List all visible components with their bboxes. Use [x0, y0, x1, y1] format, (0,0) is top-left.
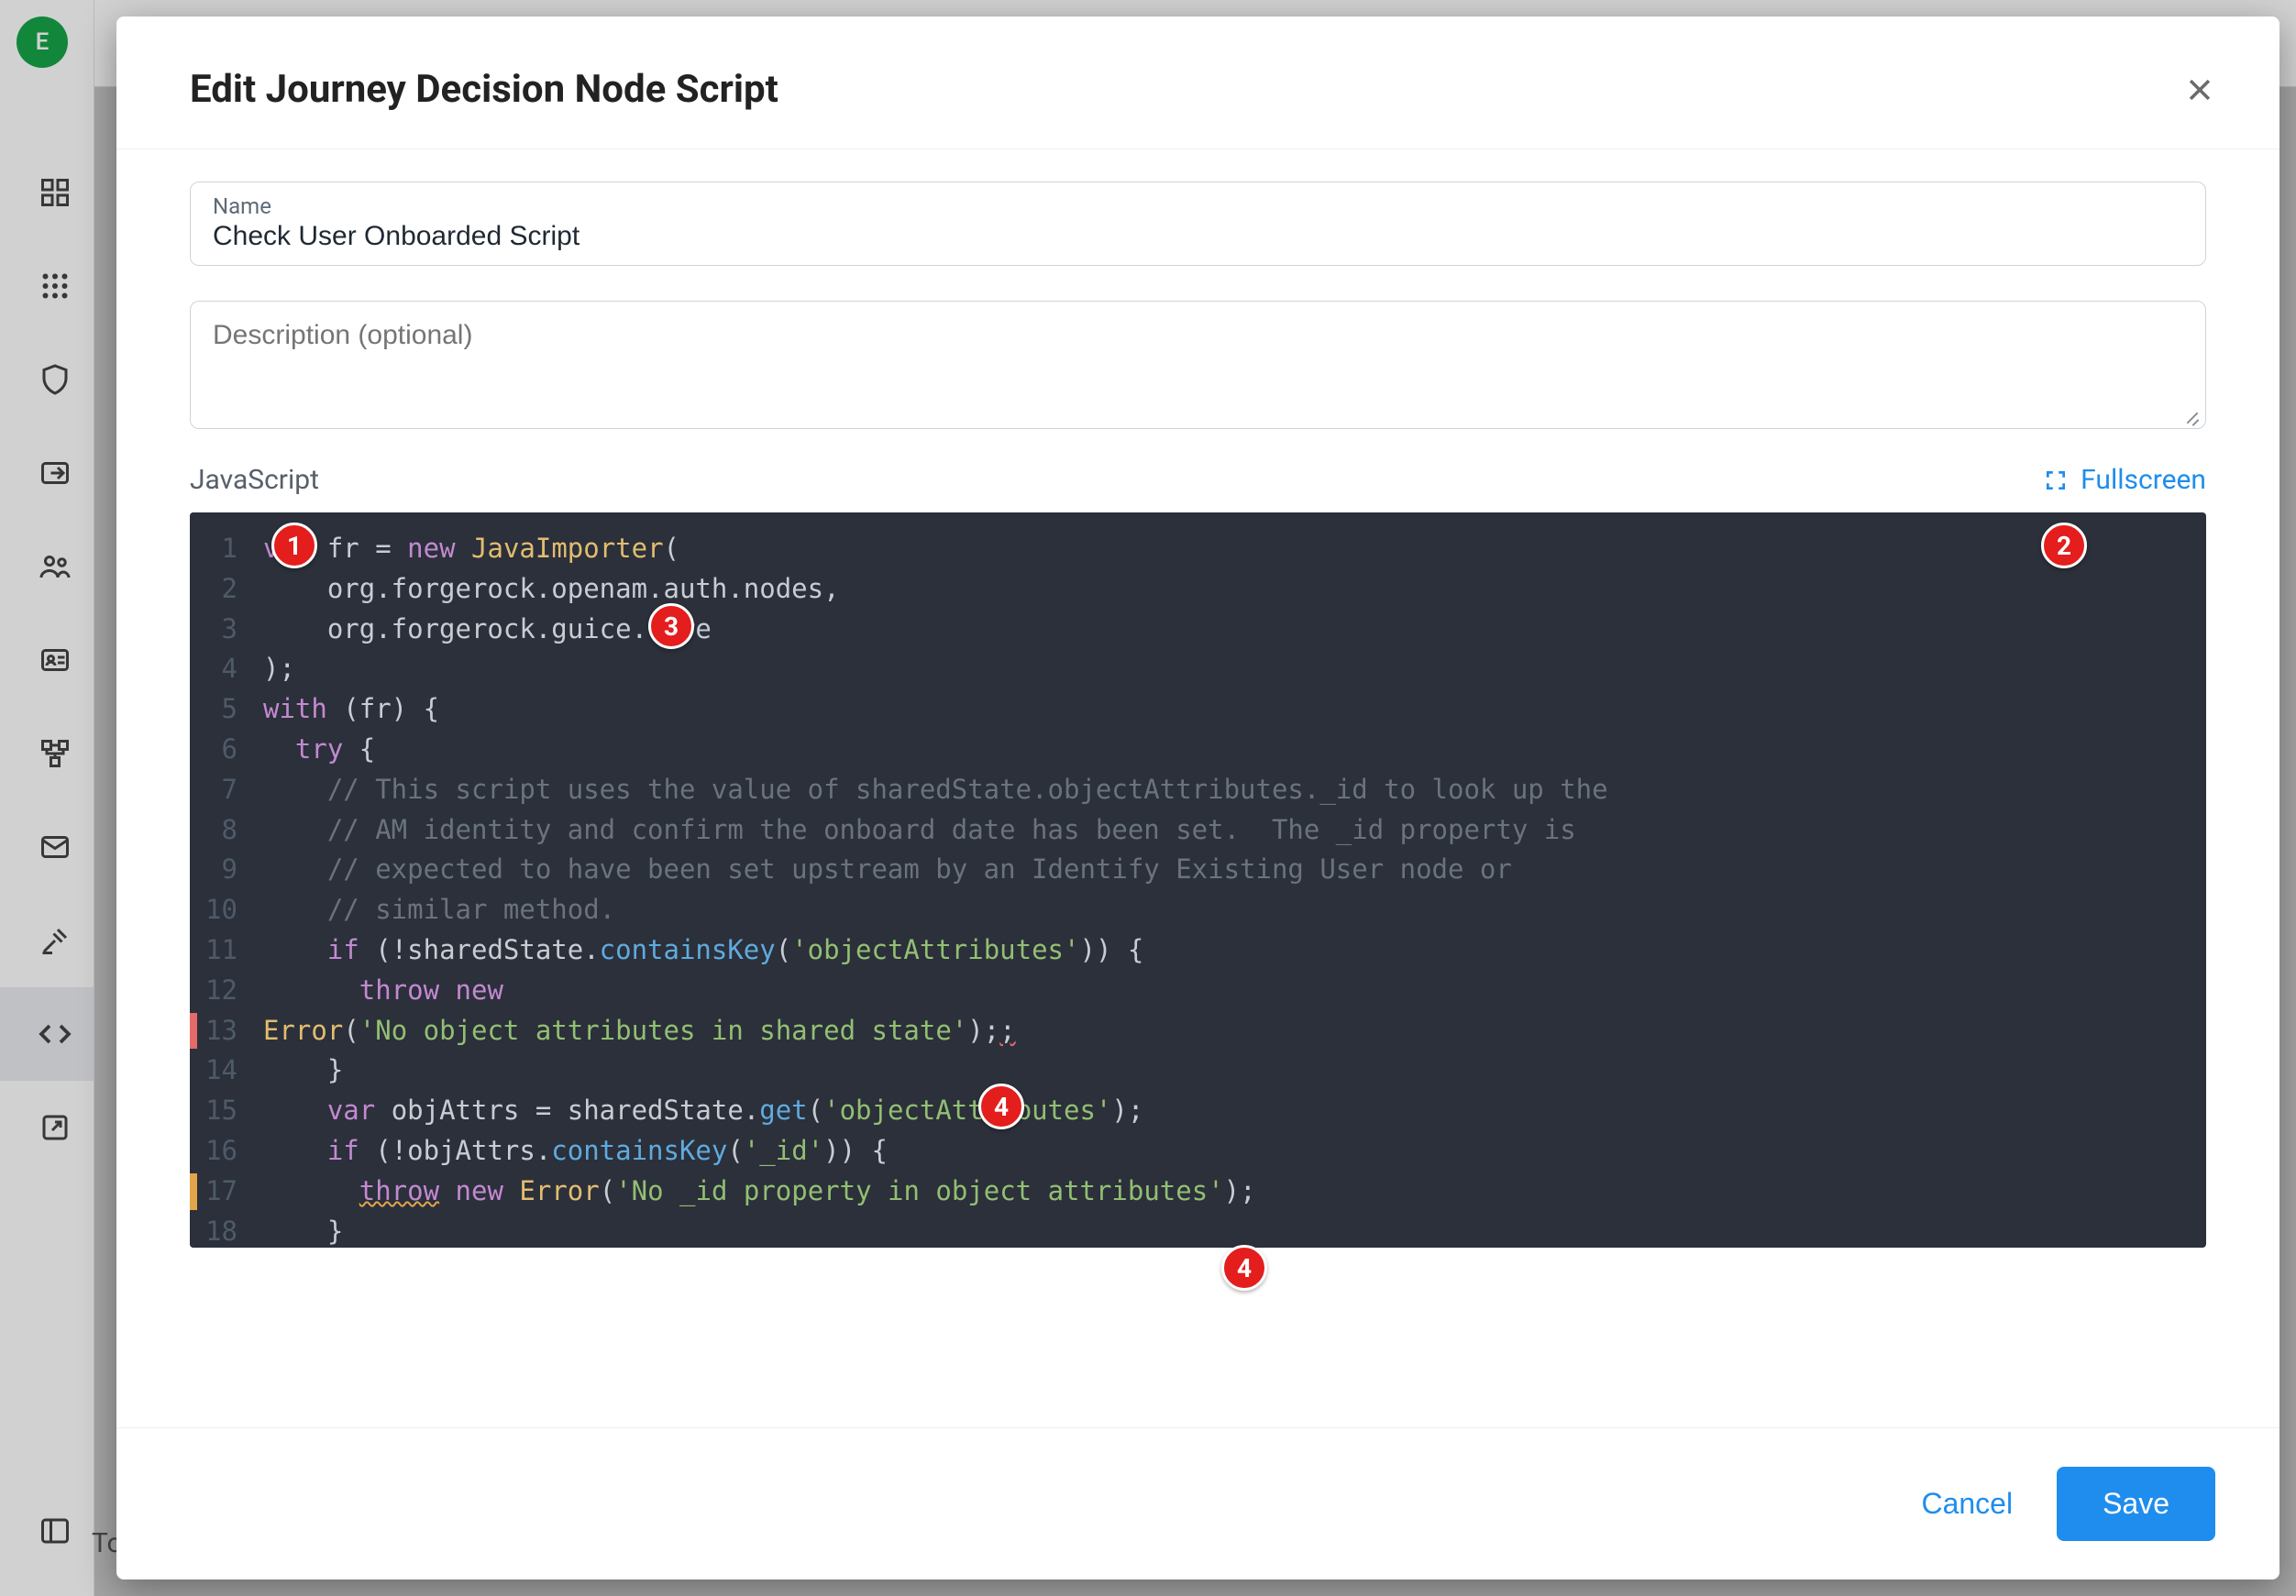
- fullscreen-button[interactable]: Fullscreen: [2044, 464, 2206, 496]
- callout-4a: 4: [978, 1084, 1024, 1129]
- close-icon[interactable]: [2184, 74, 2215, 105]
- modal-header: Edit Journey Decision Node Script: [116, 17, 2279, 149]
- resize-handle-icon[interactable]: [2183, 406, 2200, 423]
- edit-script-modal: Edit Journey Decision Node Script Name J…: [116, 17, 2279, 1579]
- fullscreen-icon: [2044, 468, 2068, 492]
- cancel-button[interactable]: Cancel: [1921, 1487, 2013, 1521]
- description-field-wrapper: [190, 301, 2206, 429]
- name-field-wrapper: Name: [190, 182, 2206, 266]
- code-content[interactable]: var fr = new JavaImporter( org.forgerock…: [254, 512, 1608, 1248]
- name-input[interactable]: [213, 221, 2183, 252]
- editor-header: JavaScript Fullscreen: [190, 464, 2206, 496]
- line-gutter: 123456789101112131415161718: [190, 512, 254, 1248]
- modal-footer: Cancel Save: [116, 1427, 2279, 1579]
- fullscreen-label: Fullscreen: [2081, 464, 2206, 496]
- callout-4b: 4: [1221, 1245, 1267, 1291]
- modal-title: Edit Journey Decision Node Script: [190, 67, 778, 112]
- save-button[interactable]: Save: [2057, 1467, 2215, 1541]
- callout-3: 3: [648, 603, 694, 649]
- modal-body: Name JavaScript Fullscreen 1234567891011…: [116, 149, 2279, 1427]
- name-label: Name: [213, 193, 2183, 219]
- callout-1: 1: [271, 523, 317, 568]
- callout-2: 2: [2041, 523, 2087, 568]
- code-editor[interactable]: 123456789101112131415161718 var fr = new…: [190, 512, 2206, 1248]
- description-input[interactable]: [213, 320, 2183, 351]
- language-label: JavaScript: [190, 464, 319, 496]
